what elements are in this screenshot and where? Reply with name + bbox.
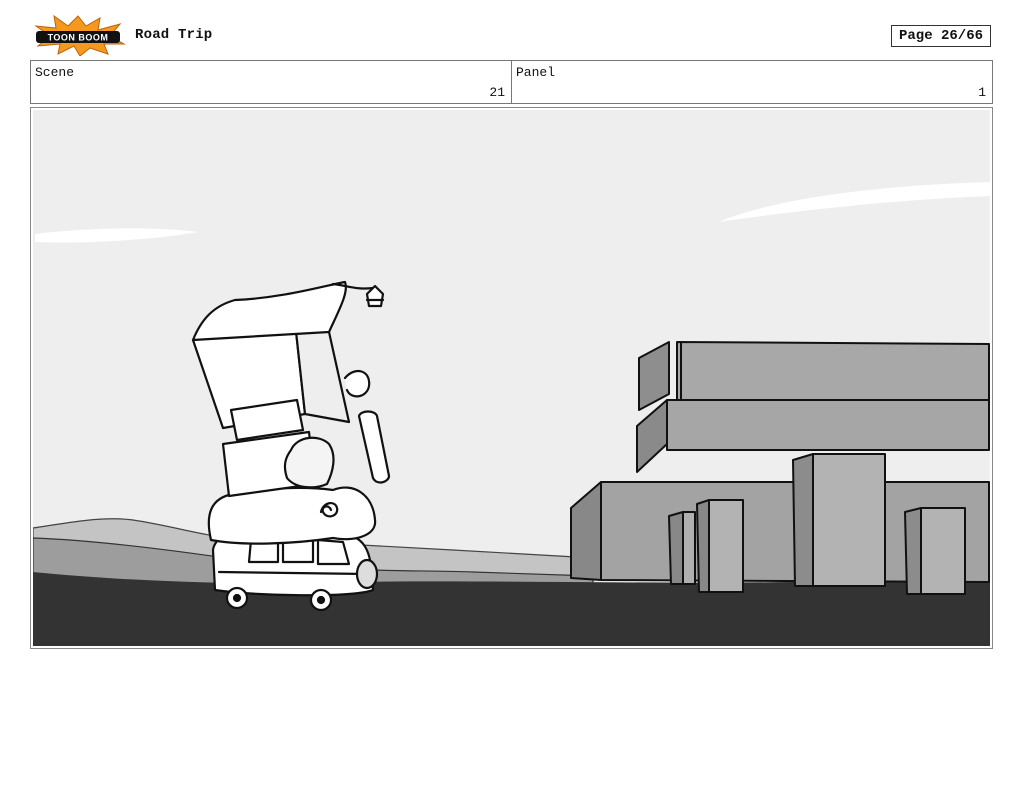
panel-number: 1 bbox=[978, 85, 986, 100]
scene-number: 21 bbox=[489, 85, 505, 100]
storyboard-panel-frame bbox=[30, 107, 993, 649]
scene-cell: Scene 21 bbox=[31, 61, 512, 103]
roof-block-top bbox=[676, 341, 990, 401]
storyboard-drawing bbox=[33, 110, 990, 646]
pillar-4-side bbox=[904, 507, 922, 595]
pillar-1-side bbox=[668, 511, 684, 585]
project-title: Road Trip bbox=[135, 27, 213, 43]
scene-panel-info: Scene 21 Panel 1 bbox=[30, 60, 993, 104]
pillar-3-side bbox=[792, 453, 814, 587]
mid-block bbox=[666, 399, 990, 451]
toon-boom-logo: TOON BOOM bbox=[34, 14, 126, 56]
pillar-2-side bbox=[696, 499, 710, 593]
car-window-3 bbox=[316, 538, 351, 566]
panel-label: Panel bbox=[516, 65, 556, 80]
logo-text: TOON BOOM bbox=[48, 33, 109, 43]
pillar-1 bbox=[682, 511, 696, 585]
page-indicator: Page 26/66 bbox=[891, 25, 991, 47]
pillar-3 bbox=[812, 453, 886, 587]
pillar-2 bbox=[708, 499, 744, 593]
luggage-coil bbox=[343, 369, 371, 398]
pillar-4 bbox=[920, 507, 966, 595]
panel-cell: Panel 1 bbox=[512, 61, 992, 103]
scene-label: Scene bbox=[35, 65, 75, 80]
spare-tire bbox=[355, 558, 379, 590]
